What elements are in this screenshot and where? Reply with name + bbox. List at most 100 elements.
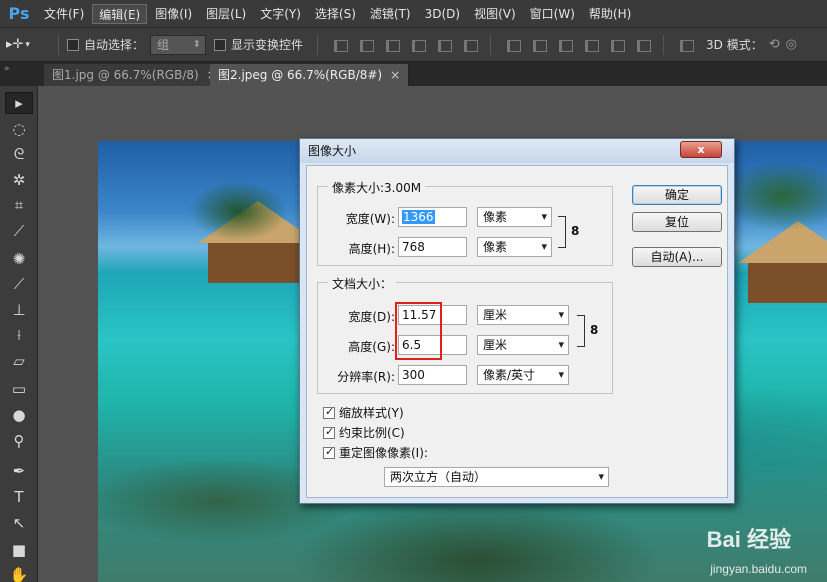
type-tool-icon[interactable]: T — [5, 486, 33, 508]
move-tool-icon[interactable]: ▸ — [5, 92, 33, 114]
pixel-height-input[interactable]: 768 — [398, 237, 467, 257]
align-vcenter-icon[interactable] — [358, 38, 375, 52]
align-icons-group — [326, 34, 698, 55]
resolution-input[interactable]: 300 — [398, 365, 467, 385]
align-left-icon[interactable] — [410, 38, 427, 52]
divider — [317, 34, 319, 55]
menu-layer[interactable]: 图层(L) — [200, 4, 252, 24]
pixel-width-unit-select[interactable]: 像素 — [477, 207, 552, 227]
constrain-proportions-label: 约束比例(C) — [339, 426, 405, 440]
dialog-titlebar[interactable]: 图像大小 x — [300, 139, 734, 163]
resolution-unit-select[interactable]: 像素/英寸 — [477, 365, 569, 385]
doc-link-bracket — [577, 315, 585, 347]
auto-select-checkbox[interactable] — [67, 38, 79, 51]
auto-select-dropdown[interactable]: 组 — [150, 34, 207, 55]
distribute-bottom-icon[interactable] — [557, 38, 574, 52]
resample-checkbox[interactable] — [323, 445, 335, 459]
distribute-hcenter-icon[interactable] — [609, 38, 626, 52]
eraser-tool-icon[interactable]: ▱ — [5, 350, 33, 372]
menu-image[interactable]: 图像(I) — [149, 4, 198, 24]
blur-tool-icon[interactable]: ● — [5, 404, 33, 426]
auto-button[interactable]: 自动(A)... — [632, 247, 722, 267]
distribute-right-icon[interactable] — [635, 38, 652, 52]
menu-3d[interactable]: 3D(D) — [419, 4, 466, 24]
align-right-icon[interactable] — [462, 38, 479, 52]
constrain-proportions-checkbox[interactable] — [323, 425, 335, 439]
pixel-height-label: 高度(H): — [348, 242, 395, 256]
tab-image2[interactable]: 图2.jpeg @ 66.7%(RGB/8#) × — [210, 64, 410, 86]
scale-styles-checkbox[interactable] — [323, 405, 335, 419]
crop-tool-icon[interactable]: ⌗ — [5, 194, 33, 216]
options-bar: ▸✛▾ 自动选择： 组 显示变换控件 3D 模式： ⟲ ◎ — [0, 28, 827, 62]
pixel-link-bracket — [558, 216, 566, 248]
panel-collapse-icon[interactable]: » — [0, 62, 38, 86]
pixel-width-label: 宽度(W): — [345, 212, 395, 226]
palm-tree-image — [188, 181, 288, 241]
app-logo: Ps — [8, 4, 30, 23]
menu-bar: Ps 文件(F) 编辑(E) 图像(I) 图层(L) 文字(Y) 选择(S) 滤… — [0, 0, 827, 28]
constrain-proportions-option[interactable]: 约束比例(C) — [323, 424, 405, 441]
watermark-logo: Bai 经验 — [706, 527, 791, 552]
move-tool-preset[interactable]: ▸✛ ▾ — [6, 37, 50, 52]
image-size-dialog: 图像大小 x 像素大小:3.00M 宽度(W): 1366 像素 高度(H): … — [299, 138, 735, 504]
menu-help[interactable]: 帮助(H) — [583, 4, 637, 24]
resolution-label: 分辨率(R): — [337, 370, 395, 384]
resample-method-select[interactable]: 两次立方（自动） — [384, 467, 609, 487]
distribute-top-icon[interactable] — [505, 38, 522, 52]
marquee-tool-icon[interactable]: ◌ — [5, 118, 33, 140]
pixel-dimensions-title: 像素大小:3.00M — [328, 179, 426, 196]
menu-view[interactable]: 视图(V) — [468, 4, 522, 24]
menu-type[interactable]: 文字(Y) — [254, 4, 307, 24]
divider — [58, 34, 59, 55]
distribute-vcenter-icon[interactable] — [531, 38, 548, 52]
brush-tool-icon[interactable]: ⟋ — [5, 273, 33, 295]
scale-styles-option[interactable]: 缩放样式(Y) — [323, 404, 404, 421]
dodge-tool-icon[interactable]: ⚲ — [5, 430, 33, 452]
divider — [663, 34, 665, 55]
3d-rotate-icon[interactable]: ⟲ — [769, 37, 780, 52]
auto-select-label: 自动选择： — [84, 38, 145, 52]
show-transform-checkbox[interactable] — [214, 38, 227, 51]
rectangle-tool-icon[interactable]: ■ — [5, 539, 33, 561]
gradient-tool-icon[interactable]: ▭ — [5, 378, 33, 400]
path-selection-tool-icon[interactable]: ↖ — [5, 512, 33, 534]
menu-window[interactable]: 窗口(W) — [524, 4, 581, 24]
reset-button[interactable]: 复位 — [632, 212, 722, 232]
pixel-height-unit-select[interactable]: 像素 — [477, 237, 552, 257]
3d-roll-icon[interactable]: ◎ — [786, 37, 797, 52]
doc-width-label: 宽度(D): — [348, 310, 395, 324]
document-size-title: 文档大小： — [328, 275, 397, 292]
ok-button[interactable]: 确定 — [632, 185, 722, 205]
close-button[interactable]: x — [680, 141, 722, 158]
menu-file[interactable]: 文件(F) — [38, 4, 90, 24]
lasso-tool-icon[interactable]: ᘓ — [5, 143, 33, 165]
doc-height-unit-select[interactable]: 厘米 — [477, 335, 569, 355]
tools-panel: » ▸ ◌ ᘓ ✲ ⌗ ⟋ ✺ ⟋ ⊥ ⟊ ▱ ▭ ● ⚲ ✒ T ↖ ■ ✋ — [0, 62, 38, 582]
eyedropper-tool-icon[interactable]: ⟋ — [5, 220, 33, 242]
menu-filter[interactable]: 滤镜(T) — [364, 4, 417, 24]
close-icon[interactable]: × — [390, 68, 400, 82]
history-brush-tool-icon[interactable]: ⟊ — [5, 324, 33, 346]
scale-styles-label: 缩放样式(Y) — [339, 406, 404, 420]
3d-mode-label: 3D 模式： — [706, 38, 763, 52]
healing-brush-tool-icon[interactable]: ✺ — [5, 248, 33, 270]
pixel-width-input[interactable]: 1366 — [398, 207, 467, 227]
magic-wand-tool-icon[interactable]: ✲ — [5, 169, 33, 191]
clone-stamp-tool-icon[interactable]: ⊥ — [5, 299, 33, 321]
align-bottom-icon[interactable] — [384, 38, 401, 52]
menu-edit[interactable]: 编辑(E) — [92, 3, 148, 24]
doc-width-unit-select[interactable]: 厘米 — [477, 305, 569, 325]
resample-option[interactable]: 重定图像像素(I): — [323, 444, 428, 461]
pen-tool-icon[interactable]: ✒ — [5, 460, 33, 482]
align-hcenter-icon[interactable] — [436, 38, 453, 52]
highlight-box — [395, 302, 442, 360]
watermark-url: jingyan.baidu.com — [710, 562, 807, 576]
hand-tool-icon[interactable]: ✋ — [5, 564, 33, 582]
divider — [490, 34, 492, 55]
doc-height-label: 高度(G): — [348, 340, 395, 354]
tab-image1[interactable]: 图1.jpg @ 66.7%(RGB/8)× — [44, 64, 226, 86]
auto-align-icon[interactable] — [678, 38, 695, 52]
menu-select[interactable]: 选择(S) — [309, 4, 362, 24]
align-top-icon[interactable] — [332, 38, 349, 52]
distribute-left-icon[interactable] — [583, 38, 600, 52]
